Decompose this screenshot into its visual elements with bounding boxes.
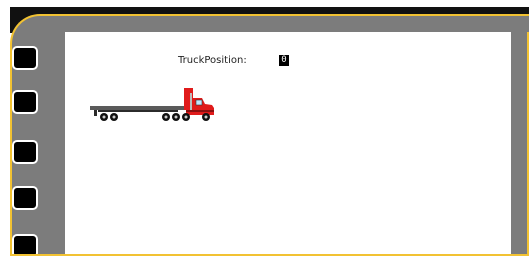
semi-truck-icon[interactable] <box>90 86 216 124</box>
sprocket-hole-icon <box>12 186 38 210</box>
truck-cab <box>184 88 214 115</box>
app-window: TruckPosition: 0 <box>0 0 529 258</box>
sprocket-hole-icon <box>12 90 38 114</box>
truck-position-label: TruckPosition: <box>178 55 247 66</box>
sprocket-hole-icon <box>12 140 38 164</box>
sprocket-hole-icon <box>12 46 38 70</box>
truck-position-value: 0 <box>279 55 289 66</box>
